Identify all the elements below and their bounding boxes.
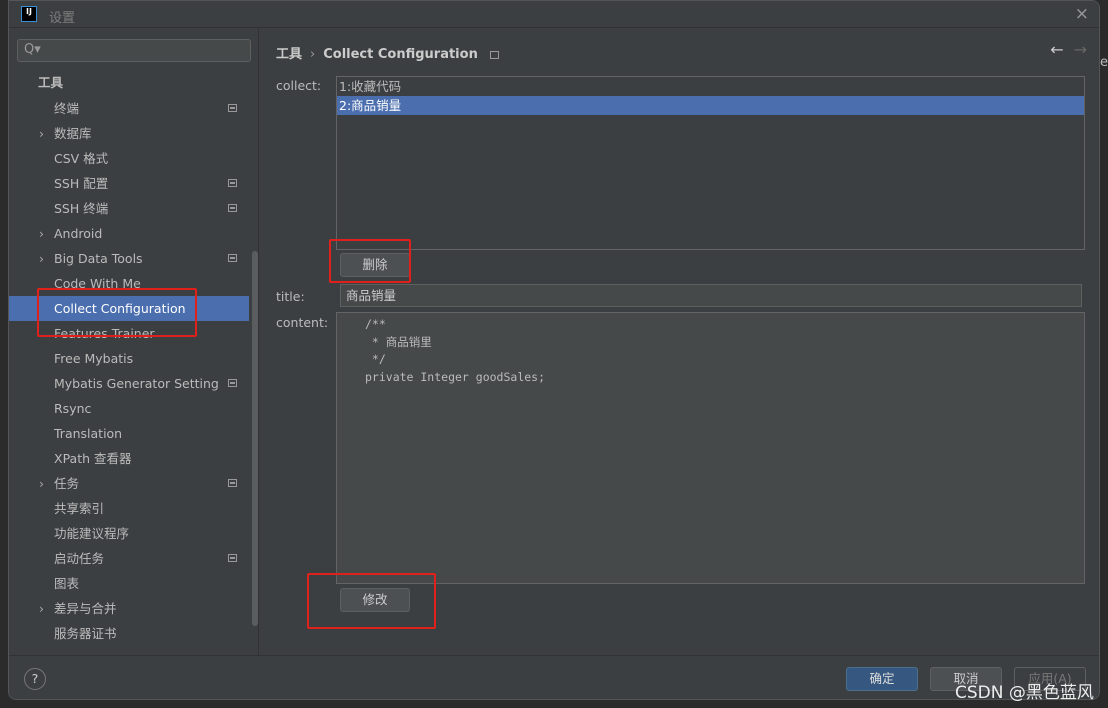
navigation: ← → bbox=[1040, 40, 1087, 59]
sidebar-item[interactable]: › 数据库 bbox=[9, 121, 249, 146]
sidebar-scrollbar[interactable] bbox=[252, 251, 258, 626]
sidebar-item[interactable]: XPath 查看器 bbox=[9, 446, 249, 471]
title-bar: IJ 设置 × bbox=[9, 1, 1099, 28]
settings-sidebar: Q▾ 工具 终端 › 数据库 CSV 格式 SSH 配置 SSH 终端 › Android › B… bbox=[9, 28, 259, 655]
sidebar-item[interactable]: › 差异与合并 bbox=[9, 596, 249, 621]
annotation-box bbox=[37, 288, 197, 337]
dialog-footer: ? 确定 取消 应用(A) bbox=[9, 655, 1099, 699]
breadcrumb: 工具 › Collect Configuration bbox=[276, 43, 499, 62]
close-icon[interactable]: × bbox=[1075, 4, 1089, 24]
breadcrumb-current: Collect Configuration bbox=[323, 47, 478, 62]
ok-button[interactable]: 确定 bbox=[846, 667, 918, 691]
sidebar-item-label: XPath 查看器 bbox=[54, 451, 132, 466]
settings-dialog: IJ 设置 × Q▾ 工具 终端 › 数据库 CSV 格式 SSH 配置 SSH 终端 › A… bbox=[8, 0, 1100, 700]
sidebar-item-label: 共享索引 bbox=[54, 501, 105, 516]
search-icon: Q▾ bbox=[24, 42, 41, 57]
content-label: content: bbox=[276, 315, 329, 330]
sidebar-item[interactable]: › Big Data Tools bbox=[9, 246, 249, 271]
sidebar-item-label: SSH 终端 bbox=[54, 201, 109, 216]
sidebar-item-label: 图表 bbox=[54, 576, 80, 591]
chevron-right-icon[interactable]: › bbox=[39, 221, 44, 246]
sidebar-item-label: 数据库 bbox=[54, 126, 92, 141]
sidebar-item-label: 启动任务 bbox=[54, 551, 105, 566]
sidebar-section-tools[interactable]: 工具 bbox=[9, 70, 249, 95]
sidebar-item-label: Android bbox=[54, 226, 103, 241]
chevron-right-icon[interactable]: › bbox=[39, 246, 44, 271]
project-level-icon bbox=[489, 50, 499, 59]
sidebar-item[interactable]: Mybatis Generator Setting bbox=[9, 371, 249, 396]
chevron-right-icon[interactable]: › bbox=[39, 596, 44, 621]
sidebar-item-label: 终端 bbox=[54, 101, 80, 116]
sidebar-item[interactable]: 启动任务 bbox=[9, 546, 249, 571]
project-level-icon bbox=[228, 254, 237, 262]
annotation-box bbox=[329, 239, 411, 283]
search-input[interactable]: Q▾ bbox=[17, 39, 251, 62]
project-level-icon bbox=[228, 104, 237, 112]
project-level-icon bbox=[228, 554, 237, 562]
sidebar-item[interactable]: 功能建议程序 bbox=[9, 521, 249, 546]
sidebar-item[interactable]: › 任务 bbox=[9, 471, 249, 496]
sidebar-item-label: Mybatis Generator Setting bbox=[54, 376, 219, 391]
sidebar-item[interactable]: 共享索引 bbox=[9, 496, 249, 521]
sidebar-item[interactable]: › Android bbox=[9, 221, 249, 246]
annotation-box bbox=[307, 573, 436, 629]
sidebar-item-label: 任务 bbox=[54, 476, 80, 491]
breadcrumb-parent[interactable]: 工具 bbox=[276, 47, 302, 62]
sidebar-item[interactable]: CSV 格式 bbox=[9, 146, 249, 171]
collect-list-item[interactable]: 1:收藏代码 bbox=[337, 77, 1084, 96]
chevron-right-icon[interactable]: › bbox=[39, 121, 44, 146]
sidebar-item[interactable]: Rsync bbox=[9, 396, 249, 421]
sidebar-item-label: Rsync bbox=[54, 401, 92, 416]
sidebar-item[interactable]: SSH 配置 bbox=[9, 171, 249, 196]
content-textarea[interactable]: /** * 商品销里 */ private Integer goodSales; bbox=[336, 312, 1085, 584]
sidebar-item[interactable]: Translation bbox=[9, 421, 249, 446]
sidebar-item-label: 服务器证书 bbox=[54, 626, 117, 641]
help-button[interactable]: ? bbox=[24, 668, 46, 690]
sidebar-item-label: SSH 配置 bbox=[54, 176, 109, 191]
sidebar-item-label: Big Data Tools bbox=[54, 251, 143, 266]
window-title: 设置 bbox=[49, 11, 76, 26]
project-level-icon bbox=[228, 204, 237, 212]
project-level-icon bbox=[228, 379, 237, 387]
intellij-logo: IJ bbox=[21, 6, 37, 22]
breadcrumb-separator: › bbox=[310, 47, 316, 62]
forward-arrow-icon[interactable]: → bbox=[1074, 40, 1087, 59]
main-panel: 工具 › Collect Configuration ← → collect: 1:收… bbox=[260, 28, 1099, 655]
sidebar-item[interactable]: Free Mybatis bbox=[9, 346, 249, 371]
collect-label: collect: bbox=[276, 78, 322, 93]
sidebar-item-label: CSV 格式 bbox=[54, 151, 109, 166]
sidebar-item-label: 差异与合并 bbox=[54, 601, 117, 616]
sidebar-item-label: 功能建议程序 bbox=[54, 526, 130, 541]
background-editor-text: e bbox=[1100, 55, 1108, 70]
chevron-right-icon[interactable]: › bbox=[39, 471, 44, 496]
sidebar-item[interactable]: 服务器证书 bbox=[9, 621, 249, 646]
sidebar-item-label: Translation bbox=[54, 426, 123, 441]
sidebar-item[interactable]: 图表 bbox=[9, 571, 249, 596]
sidebar-item-label: Free Mybatis bbox=[54, 351, 134, 366]
collect-list[interactable]: 1:收藏代码 2:商品销量 bbox=[336, 76, 1085, 250]
back-arrow-icon[interactable]: ← bbox=[1050, 40, 1063, 59]
project-level-icon bbox=[228, 479, 237, 487]
sidebar-item[interactable]: 终端 bbox=[9, 96, 249, 121]
collect-list-item-selected[interactable]: 2:商品销量 bbox=[337, 96, 1084, 115]
title-field[interactable]: 商品销量 bbox=[340, 284, 1082, 307]
sidebar-item[interactable]: SSH 终端 bbox=[9, 196, 249, 221]
watermark: CSDN @黑色蓝风 bbox=[955, 683, 1094, 703]
project-level-icon bbox=[228, 179, 237, 187]
title-label: title: bbox=[276, 289, 305, 304]
